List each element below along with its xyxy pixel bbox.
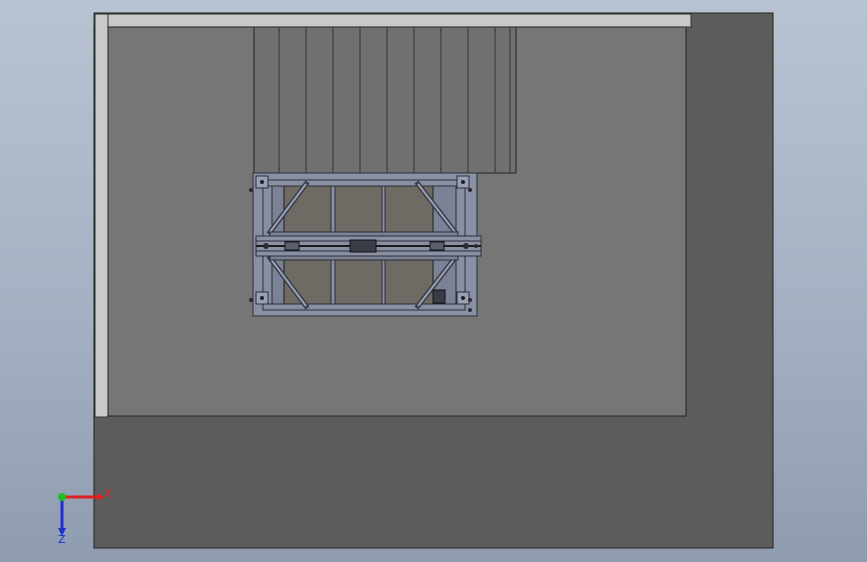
cad-scene[interactable]: X Z: [0, 0, 867, 562]
drive-unit: [349, 239, 377, 253]
graphics-viewport[interactable]: X Z: [0, 0, 867, 562]
panel: [334, 259, 383, 306]
y-axis-dot: [58, 493, 66, 501]
slat-array[interactable]: [253, 26, 517, 174]
z-axis-label: Z: [58, 533, 66, 546]
top-wall-edge[interactable]: [93, 13, 692, 28]
panel: [283, 185, 333, 233]
left-wall-edge[interactable]: [94, 13, 109, 418]
x-axis-label: X: [104, 487, 112, 500]
panel: [334, 185, 383, 233]
motor-box: [432, 289, 446, 304]
frame-assembly[interactable]: [249, 172, 482, 317]
